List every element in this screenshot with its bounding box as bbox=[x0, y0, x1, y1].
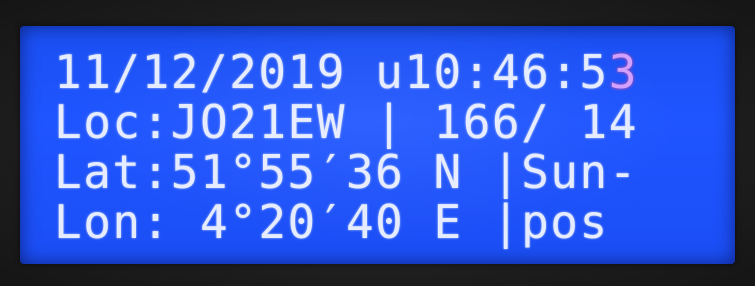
lcd-screen: 11/12/2019 u10:46:53 Loc:JO21EW | 166/ 1… bbox=[20, 26, 735, 264]
lcd-line-latitude: Lat:51°55′36 N |Sun- bbox=[54, 145, 638, 199]
lcd-line-date-time: 11/12/2019 u10:46:53 bbox=[54, 46, 638, 98]
date-time-text: 11/12/2019 u10:46:5 bbox=[54, 45, 609, 99]
lcd-bezel: 11/12/2019 u10:46:53 Loc:JO21EW | 166/ 1… bbox=[0, 0, 755, 286]
seconds-last-digit: 3 bbox=[608, 45, 638, 99]
lcd-line-longitude: Lon: 4°20′40 E |pos bbox=[54, 195, 609, 249]
lcd-line-locator: Loc:JO21EW | 166/ 14 bbox=[54, 95, 638, 149]
